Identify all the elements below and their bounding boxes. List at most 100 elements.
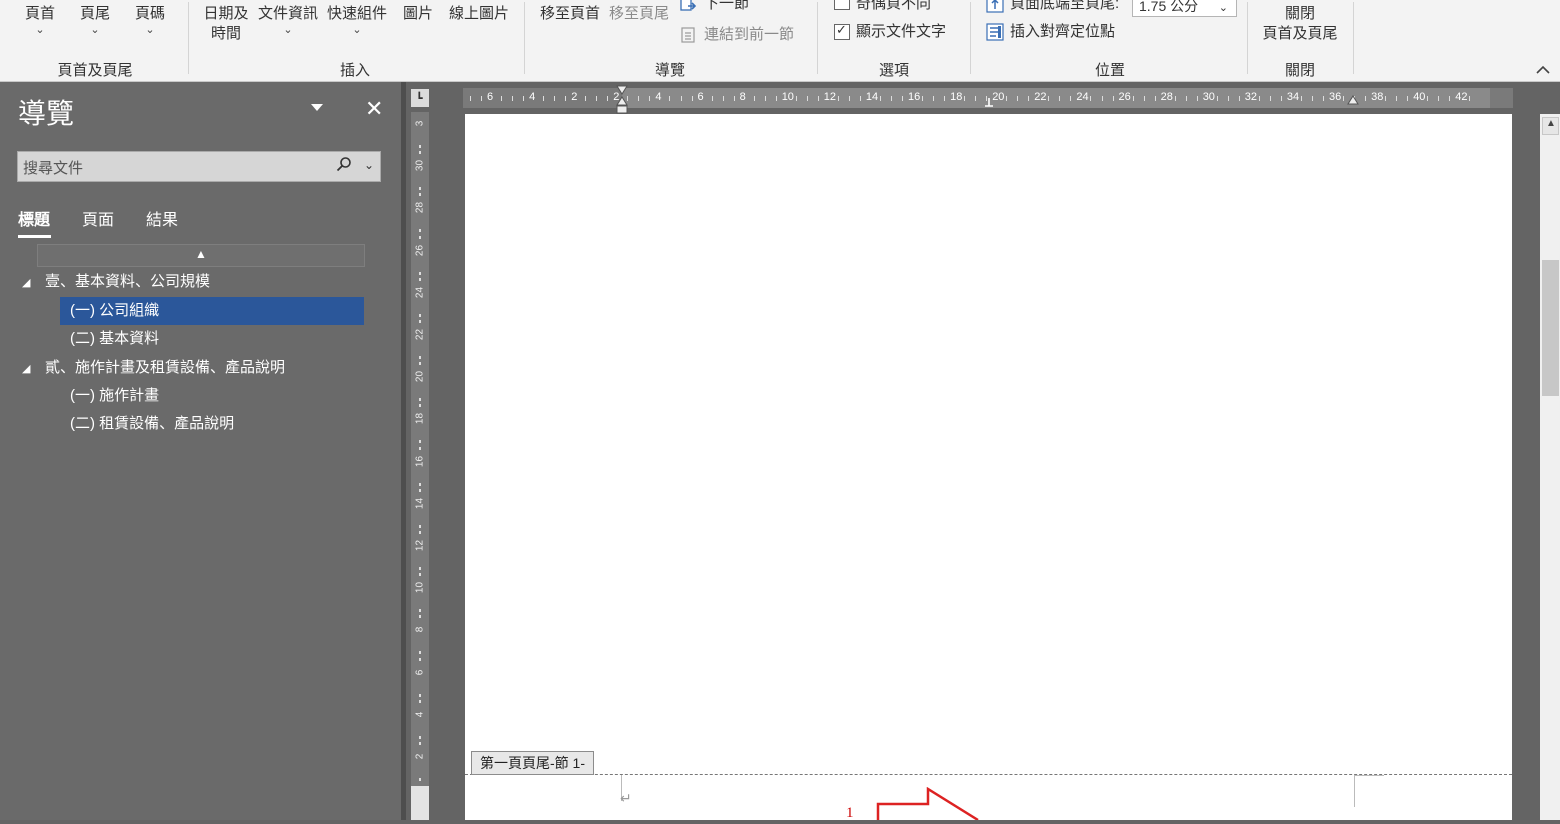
tab-pages[interactable]: 頁面 [82, 206, 114, 230]
ruler-label: 30 [1202, 91, 1215, 103]
heading-item[interactable]: 壹、基本資料、公司規模 [45, 268, 210, 296]
heading-item-label: (二) 基本資料 [70, 330, 160, 347]
ruler-tick [1269, 96, 1271, 101]
tab-stop-marker[interactable] [984, 96, 994, 113]
heading-item-label: (一) 公司組織 [70, 302, 160, 319]
footer-position-spinner[interactable]: 1.75 公分 ⌄ [1132, 0, 1237, 17]
ruler-label: 2 [414, 753, 426, 760]
heading-item-selected[interactable]: (一) 公司組織 [60, 297, 364, 325]
quick-parts-button[interactable]: 快速組件 ⌄ [324, 4, 390, 36]
collapse-triangle-icon[interactable]: ◢ [22, 276, 30, 289]
footer-button[interactable]: 頁尾 ⌄ [77, 4, 113, 36]
ruler-tick [944, 96, 946, 101]
scrollbar-thumb[interactable] [1542, 260, 1559, 396]
ruler-tick [1312, 96, 1313, 101]
ruler-label: 6 [697, 91, 704, 103]
ruler-tick [1216, 96, 1218, 101]
quick-parts-label: 快速組件 [326, 5, 387, 22]
date-time-button[interactable]: 日期及 時間 [200, 4, 252, 44]
ruler-tick [691, 96, 693, 101]
pane-splitter[interactable] [401, 82, 406, 820]
header-button[interactable]: 頁首 ⌄ [22, 4, 58, 36]
ruler-label: 26 [414, 244, 426, 256]
vertical-scrollbar[interactable] [1540, 114, 1560, 820]
next-section-icon [680, 0, 698, 13]
close-header-footer-button[interactable]: 關閉 頁首及頁尾 [1256, 4, 1344, 44]
tab-results[interactable]: 結果 [146, 206, 178, 230]
pictures-label: 圖片 [402, 5, 433, 22]
ruler-tick [419, 271, 421, 275]
ruler-tick [419, 440, 421, 444]
heading-item[interactable]: (二) 基本資料 [70, 325, 159, 353]
ruler-tick [1132, 96, 1134, 101]
vertical-ruler-margin [411, 786, 429, 820]
group-divider [524, 2, 525, 74]
tab-selector-button[interactable]: ┗ [411, 89, 429, 107]
ruler-label: 28 [414, 202, 426, 214]
ruler-tick [1365, 96, 1367, 101]
search-input[interactable]: 搜尋文件 ⌄ [17, 151, 381, 182]
ruler-tick [1449, 96, 1451, 101]
heading-item-label: (二) 租賃設備、產品說明 [70, 415, 235, 432]
odd-even-checkbox[interactable] [834, 0, 850, 10]
ruler-tick [419, 277, 421, 281]
group-divider [1353, 2, 1354, 74]
ruler-label: 10 [414, 582, 426, 594]
ruler-label: 18 [950, 91, 963, 103]
search-icon[interactable] [336, 156, 352, 177]
doc-info-button[interactable]: 文件資訊 ⌄ [256, 4, 320, 36]
ruler-tick [419, 482, 421, 486]
heading-item[interactable]: (一) 施作計畫 [70, 382, 159, 410]
ruler-tick [1438, 96, 1440, 101]
ruler-label: 12 [823, 91, 837, 103]
goto-header-button[interactable]: 移至頁首 [536, 4, 604, 24]
footer-position-icon [986, 0, 1004, 13]
odd-even-label: 奇偶頁不同 [856, 0, 932, 12]
chevron-down-icon: ⌄ [145, 24, 155, 36]
scroll-up-arrow[interactable]: ▲ [1542, 117, 1559, 135]
close-icon[interactable]: ✕ [365, 96, 383, 122]
ruler-tick [419, 151, 421, 155]
ruler-tick [1196, 96, 1198, 101]
heading-item[interactable]: 貳、施作計畫及租賃設備、產品說明 [45, 354, 285, 382]
ruler-tick [1238, 96, 1240, 101]
next-section-button[interactable]: 下一節 [680, 0, 749, 14]
document-page[interactable] [465, 114, 1512, 820]
insert-align-tab-button[interactable]: 插入對齊定位點 [986, 22, 1115, 42]
link-previous-button[interactable]: 連結到前一節 [680, 25, 794, 45]
ruler-tick [1469, 96, 1471, 101]
ruler-tick [1427, 96, 1429, 101]
scroll-up-button[interactable]: ▲ [37, 244, 365, 267]
tab-headings[interactable]: 標題 [18, 206, 50, 230]
ruler-label: 6 [414, 669, 426, 675]
ruler-tick [1059, 96, 1061, 101]
ruler-tick [419, 488, 421, 492]
collapse-ribbon-icon[interactable] [1536, 62, 1550, 78]
align-tab-icon [986, 23, 1004, 41]
heading-item-label: (一) 施作計畫 [70, 387, 160, 404]
ruler-tick [481, 96, 482, 101]
ruler-tick [1185, 96, 1187, 101]
show-doc-text-checkbox[interactable] [834, 22, 850, 40]
ruler-tick [554, 96, 556, 101]
footer-tag: 第一頁頁尾-節 1- [471, 751, 594, 775]
collapse-triangle-icon[interactable]: ◢ [22, 362, 30, 375]
goto-footer-button[interactable]: 移至頁尾 [606, 4, 672, 24]
goto-footer-label: 移至頁尾 [608, 5, 669, 22]
vertical-ruler[interactable]: 3 30 28 26 24 22 20 18 16 14 12 10 8 6 4 2 [411, 112, 429, 820]
heading-item[interactable]: (二) 租賃設備、產品說明 [70, 410, 234, 438]
triangle-up-icon: ▲ [1546, 118, 1556, 129]
page-number-button[interactable]: 頁碼 ⌄ [132, 4, 168, 36]
chevron-down-icon[interactable]: ⌄ [364, 158, 374, 172]
group-label-navigation: 導覽 [654, 62, 685, 79]
pictures-button[interactable]: 圖片 [400, 4, 436, 24]
ruler-tick [1154, 96, 1156, 101]
chevron-down-icon: ⌄ [35, 24, 45, 36]
ruler-label: 40 [1413, 91, 1426, 103]
ruler-label: 3 [414, 120, 426, 127]
online-pictures-button[interactable]: 線上圖片 [446, 4, 512, 24]
right-indent-marker[interactable] [1347, 88, 1359, 112]
nav-options-dropdown-icon[interactable] [311, 104, 323, 111]
chevron-down-icon: ⌄ [352, 24, 362, 36]
ruler-tick [501, 96, 502, 101]
